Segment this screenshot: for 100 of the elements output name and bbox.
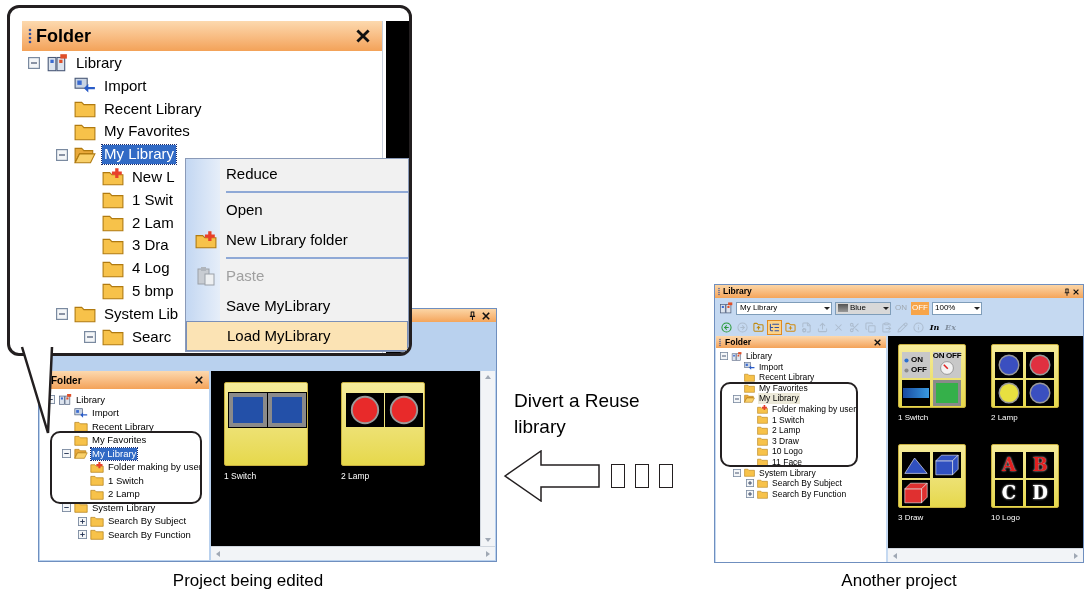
tree-item[interactable]: Library [745,351,773,362]
thumbnail-label[interactable]: 1 Switch [224,472,308,481]
tree-view-button[interactable] [767,319,782,335]
expand-icon[interactable] [746,490,754,498]
thumbnail-label[interactable]: 2 Lamp [991,414,1059,422]
color-swatch [838,304,848,312]
tree-item[interactable]: Library [75,393,107,406]
right-arrow-icon[interactable] [1072,551,1080,560]
scrollbar[interactable] [888,548,1083,562]
folder-thumbnail[interactable] [898,444,966,508]
tree-item[interactable]: New L [130,168,177,187]
caret-icon[interactable] [973,304,981,312]
tree-item[interactable]: Search By Subject [771,478,843,489]
tile-letter: D [1032,484,1048,502]
folder-thumbnail[interactable] [991,344,1059,408]
down-arrow-icon[interactable] [484,536,492,544]
menu-item[interactable]: New Library folder [186,225,408,255]
tree-item[interactable]: Search By Function [107,528,192,541]
folder-thumbnail[interactable]: A B C D [991,444,1059,508]
tree-item[interactable]: System Library [758,467,817,479]
expand-icon[interactable] [78,530,87,540]
up-arrow-icon[interactable] [484,373,492,381]
tree-item[interactable]: 5 bmp [130,282,176,301]
tree-item[interactable]: 1 Switch [107,474,145,487]
zoom-select[interactable]: 100% [932,301,982,315]
tree-item[interactable]: System Lib [102,304,181,324]
tree-item[interactable]: 4 Log [130,259,172,278]
cut-icon [849,321,860,333]
folder-icon [102,191,124,210]
tree-item[interactable]: Search By Subject [107,515,188,528]
close-icon[interactable] [356,29,370,43]
tree-item[interactable]: My Favorites [91,434,148,447]
folder-thumbnail[interactable]: ON OFF ON OFF [898,344,966,408]
left-arrow-icon[interactable] [891,551,899,560]
format-button[interactable]: In [927,319,942,335]
caret-icon[interactable] [882,304,890,312]
tree-item[interactable]: Library [74,54,124,73]
tree-item[interactable]: 2 Lamp [771,425,802,436]
close-icon[interactable] [482,311,490,320]
tree-item[interactable]: Folder making by user [771,403,858,415]
tree-item[interactable]: 10 Logo [771,446,804,457]
tree-item[interactable]: 1 Swit [130,190,175,210]
tree-item[interactable]: 3 Draw [771,435,800,447]
tree-item[interactable]: 1 Switch [771,414,806,426]
collapse-icon[interactable] [62,503,71,513]
menu-item[interactable]: Load MyLibrary [186,321,408,351]
tree-item[interactable]: 3 Dra [130,236,171,256]
tree-item[interactable]: System Library [91,501,157,514]
menu-item[interactable]: Open [186,195,408,225]
book-icon [46,54,68,73]
square-icon [635,464,649,488]
computer-arrow-icon [744,362,755,372]
tree-item[interactable]: Recent Library [91,420,155,433]
tree-item[interactable]: My Library [91,447,138,460]
grip-icon[interactable] [28,27,32,45]
expand-icon[interactable] [78,516,87,526]
menu-item[interactable]: Save MyLibrary [186,291,408,321]
thumbnail-label[interactable]: 2 Lamp [341,472,425,481]
tree-item[interactable]: My Library [758,393,800,404]
close-icon[interactable] [195,376,203,384]
right-arrow-icon[interactable] [484,549,492,558]
pin-icon[interactable] [469,311,476,320]
color-select[interactable]: Blue [835,301,891,315]
menu-item[interactable]: Reduce [186,159,408,189]
tree-item[interactable]: Recent Library [102,99,204,119]
folder-icon [744,383,755,393]
folder-icon [757,447,768,457]
close-icon[interactable] [874,338,881,346]
left-arrow-icon[interactable] [214,549,222,558]
panel-title: Folder [725,335,752,349]
book-icon [58,394,72,406]
scrollbar[interactable] [211,546,495,560]
folder-plus-icon [757,404,768,414]
thumbnail-label[interactable]: 10 Logo [991,514,1059,522]
tree-item[interactable]: 11 Face [771,456,804,468]
tree-item[interactable]: 2 Lam [130,213,176,233]
tree-item[interactable]: Import [91,407,120,420]
tree-item[interactable]: Import [758,361,785,373]
expand-icon[interactable] [746,479,754,488]
tree-item[interactable]: My Favorites [102,122,192,142]
folder-up-icon [753,321,764,333]
paste-icon [881,321,892,333]
tree-item[interactable]: Recent Library [758,372,816,383]
scrollbar[interactable] [480,371,495,546]
collapse-icon[interactable] [62,449,71,459]
library-select[interactable]: My Library [736,301,832,315]
tree-item[interactable]: Search By Function [771,488,848,500]
pin-icon[interactable] [1064,287,1070,296]
tree-item[interactable]: My Favorites [758,382,809,394]
tree-item[interactable]: My Library [102,145,176,164]
tree-item[interactable]: Searc [130,327,174,347]
close-icon[interactable] [1073,288,1079,295]
thumbnail-label[interactable]: 1 Switch [898,414,966,422]
caret-icon[interactable] [823,304,831,312]
thumbnail-label[interactable]: 3 Draw [898,514,966,522]
folder-thumbnail[interactable] [341,382,425,466]
folder-thumbnail[interactable] [224,382,308,466]
tree-item[interactable]: 2 Lamp [107,488,141,501]
back-button[interactable] [719,319,734,335]
tree-item[interactable]: Import [102,76,149,96]
